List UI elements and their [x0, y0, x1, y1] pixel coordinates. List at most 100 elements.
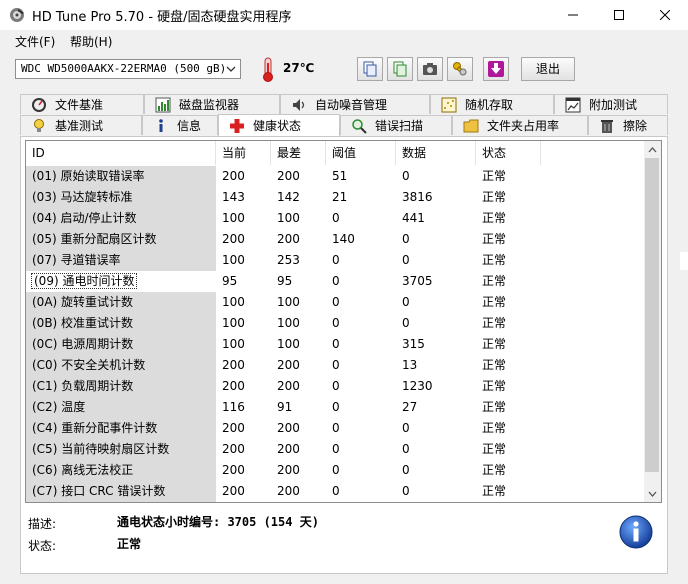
cell-status: 正常	[482, 337, 507, 351]
cell-status: 正常	[482, 400, 507, 414]
attribute-name: (03) 马达旋转标准	[32, 190, 133, 204]
copy-green-icon	[393, 61, 407, 77]
table-row[interactable]: (0A) 旋转重试计数 100 100 0 0 正常	[26, 292, 646, 313]
table-row[interactable]: (01) 原始读取错误率 200 200 51 0 正常	[26, 166, 646, 187]
table-row[interactable]: (C7) 接口 CRC 错误计数 200 200 0 0 正常	[26, 481, 646, 502]
cell-id: (C1) 负载周期计数	[26, 376, 216, 397]
minimize-button[interactable]	[550, 0, 596, 30]
table-row[interactable]: (C6) 离线无法校正 200 200 0 0 正常	[26, 460, 646, 481]
cell-threshold: 0	[332, 484, 340, 498]
tab-noise-management[interactable]: 自动噪音管理	[280, 94, 430, 114]
cell-worst: 200	[277, 463, 300, 477]
scroll-down-button[interactable]	[644, 485, 661, 502]
tab-label: 信息	[177, 119, 202, 133]
tab-file-benchmark[interactable]: 文件基准	[20, 94, 144, 114]
options-button[interactable]	[447, 57, 473, 81]
cell-data: 0	[402, 253, 410, 267]
cell-current: 200	[222, 421, 245, 435]
tab-benchmark[interactable]: 基准测试	[20, 115, 142, 135]
cell-data: 0	[402, 484, 410, 498]
description-label: 描述:	[28, 517, 57, 531]
table-row[interactable]: (C1) 负载周期计数 200 200 0 1230 正常	[26, 376, 646, 397]
attribute-name: (01) 原始读取错误率	[32, 169, 145, 183]
cell-id: (0B) 校准重试计数	[26, 313, 216, 334]
column-header[interactable]: 状态	[476, 141, 541, 165]
table-row[interactable]: (05) 重新分配扇区计数 200 200 140 0 正常	[26, 229, 646, 250]
menu-help[interactable]: 帮助(H)	[70, 33, 112, 50]
tab-disk-monitor[interactable]: 磁盘监视器	[144, 94, 280, 114]
table-row[interactable]: (03) 马达旋转标准 143 142 21 3816 正常	[26, 187, 646, 208]
close-button[interactable]	[642, 0, 688, 30]
cell-id: (C6) 离线无法校正	[26, 460, 216, 481]
scatter-grid-icon	[441, 97, 457, 112]
cell-status: 正常	[482, 190, 507, 204]
table-row[interactable]: (0B) 校准重试计数 100 100 0 0 正常	[26, 313, 646, 334]
cell-id: (05) 重新分配扇区计数	[26, 229, 216, 250]
info-icon[interactable]	[619, 515, 653, 549]
smart-table[interactable]: ID 当前 最差 阈值 数据 状态 (01) 原始读取错误率 200 200 51 0 正…	[25, 140, 662, 503]
cell-id: (C7) 接口 CRC 错误计数	[26, 481, 216, 502]
cell-data: 3705	[402, 274, 433, 288]
column-header[interactable]: 数据	[396, 141, 476, 165]
copy-icon	[363, 61, 377, 77]
drive-select[interactable]: WDC WD5000AAKX-22ERMA0 (500 gB)	[15, 59, 241, 79]
table-row[interactable]: (C5) 当前待映射扇区计数 200 200 0 0 正常	[26, 439, 646, 460]
cell-worst: 100	[277, 211, 300, 225]
cell-data: 0	[402, 169, 410, 183]
close-icon	[660, 10, 670, 20]
column-header[interactable]: 阈值	[326, 141, 396, 165]
cell-current: 100	[222, 337, 245, 351]
toolbar: WDC WD5000AAKX-22ERMA0 (500 gB) 27℃ 退出	[0, 52, 688, 90]
table-row[interactable]: (0C) 电源周期计数 100 100 0 315 正常	[26, 334, 646, 355]
cell-id: (C0) 不安全关机计数	[26, 355, 216, 376]
cell-data: 27	[402, 400, 418, 414]
exit-button[interactable]: 退出	[521, 57, 575, 81]
cell-worst: 95	[277, 274, 293, 288]
menu-file[interactable]: 文件(F)	[15, 33, 55, 50]
table-row[interactable]: (C4) 重新分配事件计数 200 200 0 0 正常	[26, 418, 646, 439]
bulb-icon	[34, 118, 44, 132]
cell-threshold: 0	[332, 253, 340, 267]
tab-error-scan[interactable]: 错误扫描	[340, 115, 452, 135]
maximize-button[interactable]	[596, 0, 642, 30]
tab-label: 附加测试	[589, 98, 638, 112]
cell-status: 正常	[482, 211, 507, 225]
tab-erase[interactable]: 擦除	[588, 115, 668, 135]
cell-threshold: 0	[332, 337, 340, 351]
status-value: 正常	[117, 537, 142, 551]
cell-id: (09) 通电时间计数	[26, 271, 216, 292]
chevron-down-icon	[648, 491, 657, 497]
table-header: ID 当前 最差 阈值 数据 状态	[26, 141, 646, 165]
cell-data: 0	[402, 232, 410, 246]
vertical-scrollbar[interactable]	[644, 141, 661, 502]
tab-folder-usage[interactable]: 文件夹占用率	[452, 115, 588, 135]
column-header[interactable]: 最差	[271, 141, 326, 165]
copy-options-button[interactable]	[387, 57, 413, 81]
table-row[interactable]: (C2) 温度 116 91 0 27 正常	[26, 397, 646, 418]
save-button[interactable]	[483, 57, 509, 81]
table-row[interactable]: (C0) 不安全关机计数 200 200 0 13 正常	[26, 355, 646, 376]
cell-current: 100	[222, 295, 245, 309]
cell-threshold: 0	[332, 421, 340, 435]
tab-extra-tests[interactable]: 附加测试	[554, 94, 668, 114]
table-row[interactable]: (04) 启动/停止计数 100 100 0 441 正常	[26, 208, 646, 229]
copy-text-button[interactable]	[357, 57, 383, 81]
table-row[interactable]: (09) 通电时间计数 95 95 0 3705 正常	[26, 271, 646, 292]
chevron-down-icon	[226, 60, 236, 84]
column-header[interactable]: ID	[26, 141, 216, 165]
cell-threshold: 0	[332, 295, 340, 309]
screenshot-button[interactable]	[417, 57, 443, 81]
tab-health[interactable]: 健康状态	[218, 114, 340, 136]
folder-icon	[463, 119, 479, 132]
tab-label: 随机存取	[465, 98, 514, 112]
scroll-thumb[interactable]	[645, 158, 659, 472]
scroll-up-button[interactable]	[644, 141, 661, 158]
attribute-name: (07) 寻道错误率	[32, 253, 121, 267]
cell-id: (0C) 电源周期计数	[26, 334, 216, 355]
tab-random-access[interactable]: 随机存取	[430, 94, 554, 114]
tab-info[interactable]: 信息	[142, 115, 218, 135]
table-row[interactable]: (07) 寻道错误率 100 253 0 0 正常	[26, 250, 646, 271]
column-header[interactable]: 当前	[216, 141, 271, 165]
tab-label: 基准测试	[55, 119, 104, 133]
cell-current: 200	[222, 169, 245, 183]
